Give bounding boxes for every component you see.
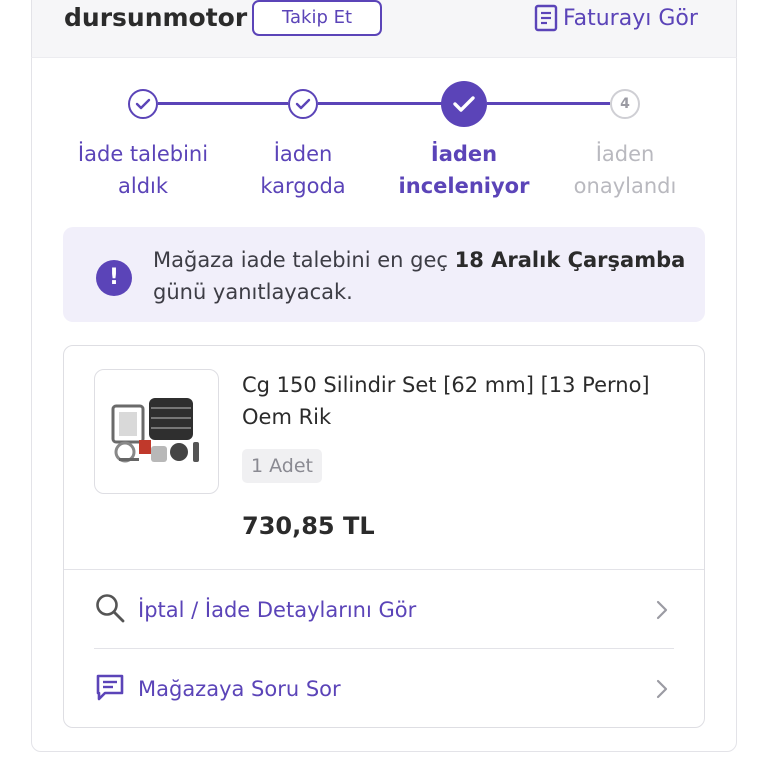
step-2-check-icon — [288, 89, 318, 119]
store-name[interactable]: dursunmotor — [64, 0, 247, 36]
follow-button[interactable]: Takip Et — [252, 0, 382, 36]
notice-text-before: Mağaza iade talebini en geç — [153, 248, 455, 272]
step-1-label-line2: aldık — [117, 174, 169, 198]
step-2-label: İaden kargoda — [223, 138, 383, 202]
step-4-label: İaden onaylandı — [545, 138, 705, 202]
return-details-link[interactable]: İptal / İade Detaylarını Gör — [94, 588, 674, 632]
quantity-badge: 1 Adet — [242, 449, 322, 483]
step-3-label-line1: İaden — [430, 142, 498, 166]
stepper-line-3 — [487, 102, 610, 105]
invoice-link[interactable]: Faturayı Gör — [534, 0, 698, 36]
chevron-right-icon — [656, 600, 668, 624]
stepper-line-2 — [318, 102, 442, 105]
ask-store-label: Mağazaya Soru Sor — [138, 677, 341, 701]
step-1-check-icon — [128, 89, 158, 119]
ask-store-link[interactable]: Mağazaya Soru Sor — [94, 667, 674, 711]
notice-date: 18 Aralık Çarşamba — [454, 248, 686, 272]
divider — [64, 569, 704, 570]
product-price: 730,85 TL — [242, 512, 375, 540]
document-icon — [534, 4, 558, 32]
divider — [94, 648, 674, 649]
product-title[interactable]: Cg 150 Silindir Set [62 mm] [13 Perno] O… — [242, 369, 682, 433]
step-4-label-line1: İaden — [595, 142, 655, 166]
chat-icon — [94, 671, 126, 707]
exclamation-icon: ! — [96, 260, 132, 296]
invoice-label: Faturayı Gör — [563, 5, 698, 31]
step-1-label-line1: İade talebini — [77, 142, 209, 166]
step-3-label: İaden inceleniyor — [384, 138, 544, 202]
step-4-label-line2: onaylandı — [573, 174, 677, 198]
chevron-right-icon — [656, 679, 668, 703]
step-3-label-line2: inceleniyor — [398, 174, 530, 198]
return-details-label: İptal / İade Detaylarını Gör — [138, 598, 417, 622]
step-4-number: 4 — [610, 89, 640, 119]
deadline-notice-text: Mağaza iade talebini en geç 18 Aralık Ça… — [153, 244, 698, 308]
step-2-label-line1: İaden — [273, 142, 333, 166]
notice-text-after: günü yanıtlayacak. — [153, 280, 353, 304]
step-3-check-icon — [441, 81, 487, 127]
search-icon — [94, 592, 126, 628]
stepper-line-1 — [158, 102, 288, 105]
step-1-label: İade talebini aldık — [63, 138, 223, 202]
step-2-label-line2: kargoda — [260, 174, 346, 198]
product-image[interactable] — [94, 369, 219, 494]
